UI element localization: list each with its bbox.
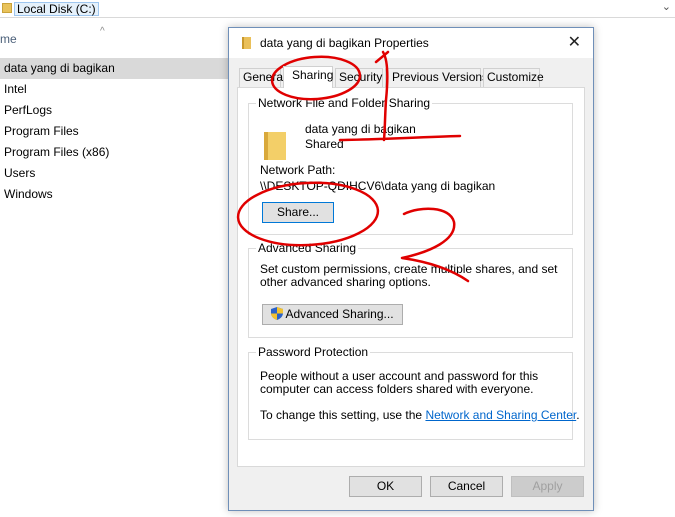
list-item[interactable]: Intel: [0, 79, 240, 100]
list-item[interactable]: Windows: [0, 184, 240, 205]
list-item[interactable]: Program Files (x86): [0, 142, 240, 163]
list-item[interactable]: data yang di bagikan: [0, 58, 240, 79]
file-list: data yang di bagikan Intel PerfLogs Prog…: [0, 58, 240, 205]
shared-folder-icon: [264, 132, 286, 160]
list-item[interactable]: Program Files: [0, 121, 240, 142]
network-sharing-center-link[interactable]: Network and Sharing Center: [425, 408, 576, 422]
tab-sharing[interactable]: Sharing: [283, 66, 333, 88]
password-protection-description: People without a user account and passwo…: [260, 369, 539, 396]
network-path-value: \\DESKTOP-QDIHCV6\data yang di bagikan: [260, 179, 496, 193]
list-item[interactable]: PerfLogs: [0, 100, 240, 121]
password-change-suffix: .: [576, 408, 580, 422]
password-protection-legend: Password Protection: [256, 345, 371, 359]
apply-button[interactable]: Apply: [511, 476, 584, 497]
password-protection-group: Password Protection People without a use…: [248, 345, 580, 440]
network-sharing-group: Network File and Folder Sharing data yan…: [248, 96, 573, 235]
chevron-down-icon[interactable]: ⌄: [662, 0, 671, 13]
ok-button[interactable]: OK: [349, 476, 422, 497]
sharing-panel: Network File and Folder Sharing data yan…: [237, 87, 585, 467]
column-header-name[interactable]: me ^: [0, 26, 230, 52]
uac-shield-icon: [271, 307, 284, 320]
dialog-title: data yang di bagikan Properties: [260, 36, 429, 50]
address-bar[interactable]: Local Disk (C:) ⌄: [0, 0, 675, 18]
advanced-sharing-legend: Advanced Sharing: [256, 241, 359, 255]
tab-previous-versions[interactable]: Previous Versions: [385, 68, 488, 87]
network-path-label: Network Path:: [260, 163, 336, 177]
advanced-sharing-button[interactable]: Advanced Sharing...: [262, 304, 403, 325]
advanced-sharing-description: Set custom permissions, create multiple …: [260, 262, 558, 289]
folder-name: data yang di bagikan: [305, 122, 416, 136]
tab-security[interactable]: Security: [335, 68, 383, 87]
tab-customize[interactable]: Customize: [483, 68, 544, 87]
sharing-status: Shared: [305, 137, 344, 151]
tab-general[interactable]: General: [239, 68, 286, 87]
cancel-button[interactable]: Cancel: [430, 476, 503, 497]
column-header-label: me: [0, 32, 17, 46]
close-icon[interactable]: ✕: [568, 32, 581, 52]
drive-icon: [2, 3, 12, 13]
advanced-sharing-button-label: Advanced Sharing...: [285, 307, 394, 321]
network-sharing-legend: Network File and Folder Sharing: [256, 96, 433, 110]
folder-icon: [242, 37, 251, 49]
dialog-titlebar[interactable]: data yang di bagikan Properties ✕: [229, 28, 593, 58]
share-button[interactable]: Share...: [262, 202, 334, 223]
properties-dialog: data yang di bagikan Properties ✕ Genera…: [228, 27, 594, 511]
sort-up-icon: ^: [100, 26, 105, 37]
password-change-prefix: To change this setting, use the: [260, 408, 426, 422]
address-path[interactable]: Local Disk (C:): [14, 2, 99, 16]
password-change-text: To change this setting, use the Network …: [260, 408, 580, 422]
list-item[interactable]: Users: [0, 163, 240, 184]
advanced-sharing-group: Advanced Sharing Set custom permissions,…: [248, 241, 573, 338]
